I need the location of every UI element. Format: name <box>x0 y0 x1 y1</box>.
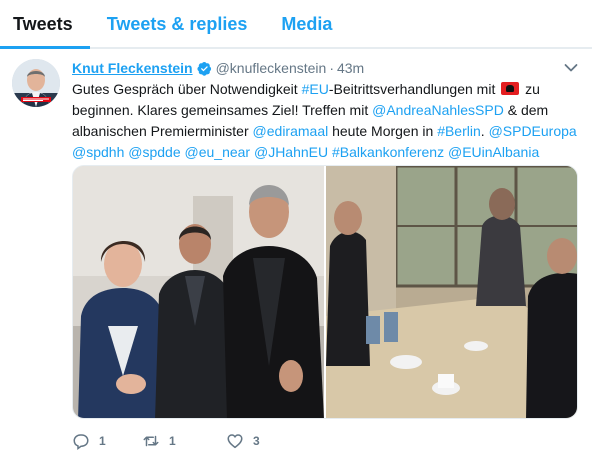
tab-media[interactable]: Media <box>264 0 349 48</box>
reply-count: 1 <box>99 434 106 448</box>
heart-icon <box>227 434 243 449</box>
hashtag-eu[interactable]: #EU <box>302 81 329 97</box>
tweet-photo-1[interactable] <box>73 166 324 418</box>
hashtag-balkankonferenz[interactable]: #Balkankonferenz <box>332 144 444 160</box>
tweet-header: Knut Fleckenstein @knufleckenstein · 43m <box>72 58 364 78</box>
tweet-text-line-4: @spdhh @spdde @eu_near @JHahnEU #Balkank… <box>72 142 582 163</box>
tweet-text: Gutes Gespräch über Notwendigkeit #EU-Be… <box>72 79 582 163</box>
author-name[interactable]: Knut Fleckenstein <box>72 60 193 76</box>
tweet-text-line-3: albanischen Premierminister @ediramaal h… <box>72 123 577 139</box>
tweet[interactable]: Knut Fleckenstein @knufleckenstein · 43m… <box>0 49 592 459</box>
tab-tweets-and-replies[interactable]: Tweets & replies <box>90 0 265 48</box>
tweet-timestamp[interactable]: 43m <box>337 60 364 76</box>
tweet-text-line-2: beginnen. Klares gemeinsames Ziel! Treff… <box>72 102 549 118</box>
tab-tweets[interactable]: Tweets <box>0 0 90 49</box>
tweet-media <box>72 165 578 419</box>
retweet-button[interactable]: 1 <box>142 432 226 450</box>
reply-icon <box>73 434 89 450</box>
mention-ediramaal[interactable]: @ediramaal <box>253 123 329 139</box>
tweet-actions: 1 1 3 <box>72 429 260 453</box>
author-handle[interactable]: @knufleckenstein <box>216 60 327 76</box>
mention-eu-near[interactable]: @eu_near <box>185 144 251 160</box>
separator-dot: · <box>329 60 334 76</box>
mention-spdde[interactable]: @spdde <box>128 144 180 160</box>
like-button[interactable]: 3 <box>226 432 260 450</box>
mention-euinalbania[interactable]: @EUinAlbania <box>448 144 539 160</box>
like-count: 3 <box>253 434 260 448</box>
mention-andreanahlesspd[interactable]: @AndreaNahlesSPD <box>372 102 504 118</box>
hashtag-berlin[interactable]: #Berlin <box>437 123 481 139</box>
retweet-count: 1 <box>169 434 176 448</box>
verified-badge-icon <box>197 61 211 76</box>
tweet-text-line-1: Gutes Gespräch über Notwendigkeit #EU-Be… <box>72 81 540 97</box>
chevron-down-icon[interactable] <box>564 63 578 73</box>
retweet-icon <box>143 435 159 447</box>
reply-button[interactable]: 1 <box>72 432 142 450</box>
mention-spdeuropa[interactable]: @SPDEuropa <box>489 123 577 139</box>
tweet-photo-2[interactable] <box>326 166 577 418</box>
mention-spdhh[interactable]: @spdhh <box>72 144 124 160</box>
profile-tabs: Tweets Tweets & replies Media <box>0 0 592 49</box>
avatar[interactable] <box>12 59 60 107</box>
albania-flag-icon <box>501 82 520 95</box>
mention-jhahneu[interactable]: @JHahnEU <box>254 144 328 160</box>
